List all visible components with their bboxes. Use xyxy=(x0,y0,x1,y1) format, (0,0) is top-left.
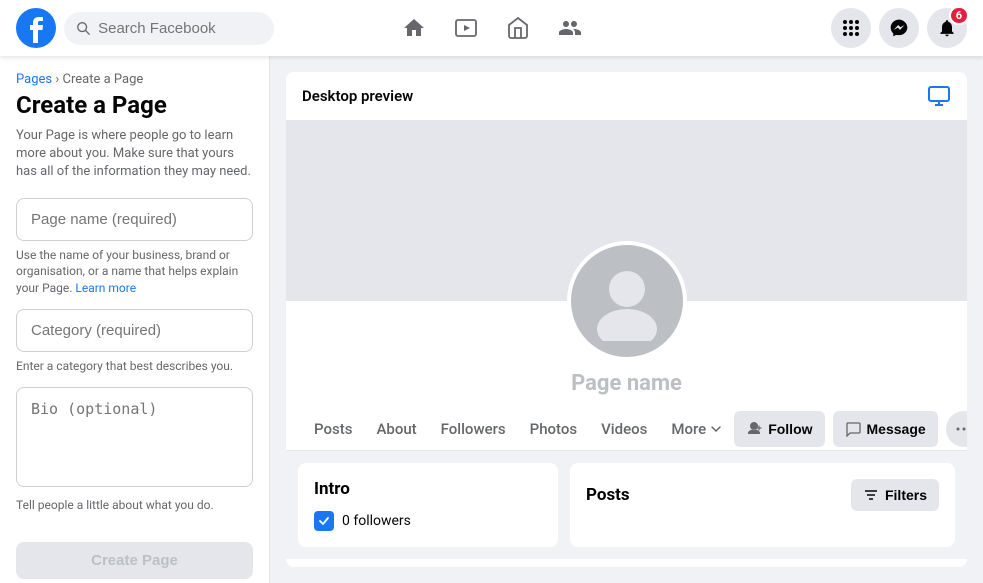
nav-right: 6 xyxy=(650,8,967,48)
category-input[interactable] xyxy=(16,309,253,352)
followers-count: 0 followers xyxy=(342,513,411,529)
marketplace-nav-button[interactable] xyxy=(494,4,542,52)
page-name-hint: Use the name of your business, brand or … xyxy=(16,247,253,297)
top-navigation: 6 xyxy=(0,0,983,56)
chevron-down-icon xyxy=(710,423,722,435)
breadcrumb-current: Create a Page xyxy=(62,72,143,87)
posts-card-header: Posts Filters xyxy=(586,479,939,511)
nav-left xyxy=(16,8,333,48)
watch-nav-button[interactable] xyxy=(442,4,490,52)
breadcrumb-parent-link[interactable]: Pages xyxy=(16,72,52,87)
more-actions-button[interactable] xyxy=(946,411,967,447)
preview-page-name: Page name xyxy=(286,371,967,408)
bio-hint: Tell people a little about what you do. xyxy=(16,497,253,514)
category-hint: Enter a category that best describes you… xyxy=(16,358,253,375)
search-input[interactable] xyxy=(98,20,262,37)
tab-photos[interactable]: Photos xyxy=(518,408,589,450)
followers-row: 0 followers xyxy=(314,511,542,531)
groups-nav-button[interactable] xyxy=(546,4,594,52)
facebook-logo-icon[interactable] xyxy=(16,8,56,48)
filters-icon xyxy=(863,487,879,503)
ellipsis-icon xyxy=(956,427,967,431)
page-name-group: Use the name of your business, brand or … xyxy=(16,198,253,297)
preview-header: Desktop preview xyxy=(286,72,967,121)
follow-button[interactable]: Follow xyxy=(734,411,824,447)
tab-more[interactable]: More xyxy=(659,408,734,450)
page-title: Create a Page xyxy=(16,91,253,119)
follow-icon xyxy=(746,421,762,437)
bio-input[interactable] xyxy=(16,387,253,487)
tab-posts[interactable]: Posts xyxy=(302,408,364,450)
apps-button[interactable] xyxy=(831,8,871,48)
verified-icon xyxy=(314,511,334,531)
filters-button[interactable]: Filters xyxy=(851,479,939,511)
notification-badge: 6 xyxy=(949,6,969,25)
posts-title: Posts xyxy=(586,485,630,505)
intro-card: Intro 0 followers xyxy=(298,463,558,547)
checkmark-icon xyxy=(318,515,330,527)
nav-center xyxy=(333,4,650,52)
page-description: Your Page is where people go to learn mo… xyxy=(16,127,253,182)
page-tabs: Posts About Followers Photos Videos More… xyxy=(286,408,967,451)
avatar xyxy=(567,241,687,361)
avatar-placeholder-icon xyxy=(587,261,667,341)
tab-videos[interactable]: Videos xyxy=(589,408,659,450)
left-panel: Pages › Create a Page Create a Page Your… xyxy=(0,56,270,583)
intro-title: Intro xyxy=(314,479,542,499)
tab-about[interactable]: About xyxy=(364,408,428,450)
search-bar[interactable] xyxy=(64,12,274,45)
tabs-right: Follow Message xyxy=(734,411,967,447)
bio-group: Tell people a little about what you do. xyxy=(16,387,253,514)
search-icon xyxy=(76,20,90,36)
message-button[interactable]: Message xyxy=(833,411,938,447)
notifications-button[interactable]: 6 xyxy=(927,8,967,48)
desktop-preview-icon xyxy=(927,84,951,108)
preview-title: Desktop preview xyxy=(302,87,413,105)
home-nav-button[interactable] xyxy=(390,4,438,52)
tab-followers[interactable]: Followers xyxy=(429,408,518,450)
avatar-container xyxy=(567,241,687,361)
main-layout: Pages › Create a Page Create a Page Your… xyxy=(0,56,983,583)
category-group: Enter a category that best describes you… xyxy=(16,309,253,375)
posts-card: Posts Filters xyxy=(570,463,955,547)
message-icon xyxy=(845,421,861,437)
learn-more-link[interactable]: Learn more xyxy=(75,281,136,295)
right-panel: Desktop preview Page name xyxy=(270,56,983,583)
page-name-input[interactable] xyxy=(16,198,253,241)
page-content: Intro 0 followers Posts Filters xyxy=(286,451,967,559)
tabs-left: Posts About Followers Photos Videos More xyxy=(302,408,734,450)
cover-photo-area xyxy=(286,121,967,301)
preview-container: Desktop preview Page name xyxy=(286,72,967,567)
breadcrumb: Pages › Create a Page xyxy=(16,72,253,87)
create-page-button[interactable]: Create Page xyxy=(16,542,253,579)
messenger-button[interactable] xyxy=(879,8,919,48)
